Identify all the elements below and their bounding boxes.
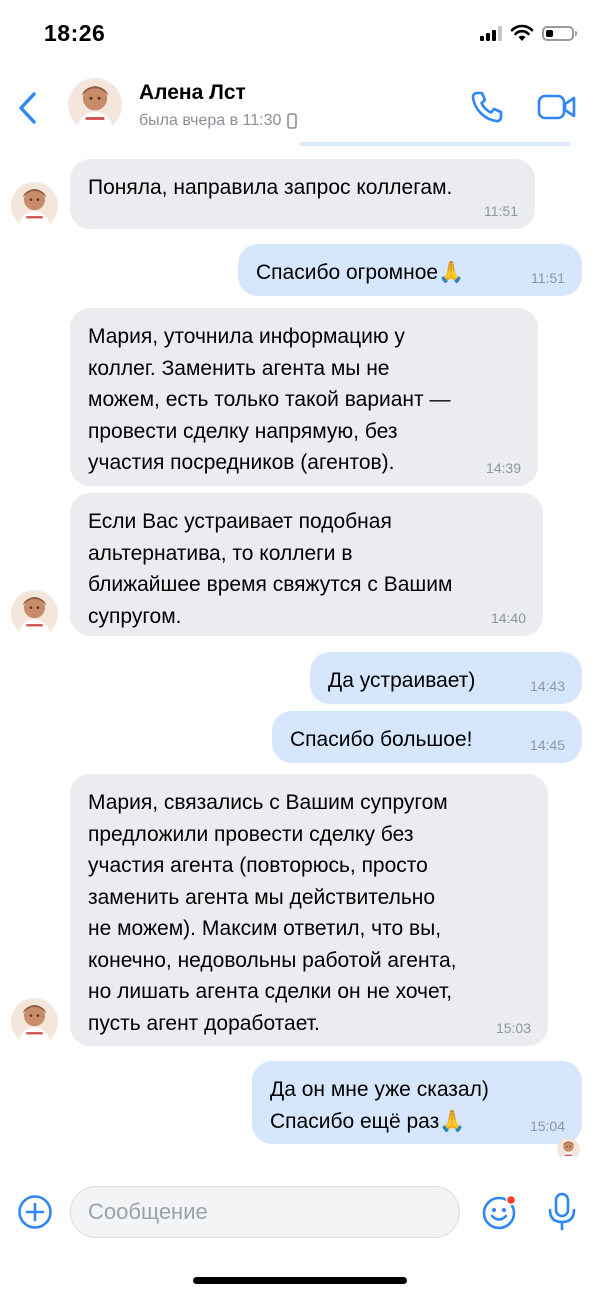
message-time: 15:04 — [529, 1118, 565, 1134]
message-input[interactable] — [70, 1186, 460, 1238]
contact-name[interactable]: Алена Лст — [139, 81, 246, 105]
sender-avatar[interactable] — [11, 998, 58, 1045]
chat-header: Алена Лст была вчера в 11:30 — [0, 70, 600, 145]
home-indicator — [193, 1277, 407, 1284]
attach-plus-icon[interactable] — [17, 1194, 53, 1230]
message-bubble-incoming[interactable]: Мария, уточнила информацию у коллег. Зам… — [70, 308, 538, 486]
message-time: 14:43 — [529, 678, 565, 694]
last-seen-status: была вчера в 11:30 — [139, 112, 298, 130]
phone-call-icon[interactable] — [470, 90, 504, 124]
message-bubble-outgoing[interactable]: Да он мне уже сказал) Спасибо ещё раз🙏 1… — [252, 1061, 582, 1144]
battery-icon — [542, 25, 577, 41]
message-text: Спасибо огромное🙏 — [256, 261, 465, 284]
video-call-icon[interactable] — [537, 93, 577, 121]
microphone-icon[interactable] — [546, 1192, 578, 1232]
message-bubble-outgoing[interactable]: Да устраивает) 14:43 — [310, 652, 582, 704]
message-time: 14:40 — [490, 610, 526, 626]
emoji-icon[interactable] — [481, 1193, 519, 1231]
sender-avatar[interactable] — [11, 182, 58, 229]
message-text: Мария, уточнила информацию у коллег. Зам… — [88, 325, 451, 474]
message-time: 14:39 — [485, 460, 521, 476]
mobile-device-icon — [287, 113, 298, 129]
message-bubble-incoming[interactable]: Если Вас устраивает подобная альтернатив… — [70, 493, 543, 636]
message-text: Спасибо большое! — [290, 728, 473, 751]
read-receipt-avatar — [557, 1138, 580, 1161]
status-time: 18:26 — [44, 20, 106, 46]
message-text: Да устраивает) — [328, 669, 476, 692]
message-bubble-outgoing[interactable]: Спасибо большое! 14:45 — [272, 711, 582, 763]
message-composer — [0, 1180, 600, 1250]
message-text: Да он мне уже сказал) Спасибо ещё раз🙏 — [270, 1078, 489, 1133]
contact-avatar[interactable] — [68, 78, 122, 132]
cellular-signal-icon — [480, 25, 502, 41]
message-bubble-outgoing[interactable]: Спасибо огромное🙏 11:51 — [238, 244, 582, 296]
status-bar: 18:26 — [0, 0, 600, 70]
message-bubble-incoming[interactable]: Мария, связались с Вашим супругом предло… — [70, 774, 548, 1046]
message-time: 14:45 — [529, 737, 565, 753]
message-time: 11:51 — [531, 270, 565, 286]
back-chevron-icon[interactable] — [14, 90, 42, 126]
status-icons — [480, 24, 577, 42]
message-text: Мария, связались с Вашим супругом предло… — [88, 791, 457, 1035]
message-text: Если Вас устраивает подобная альтернатив… — [88, 510, 453, 628]
message-text: Поняла, направила запрос коллегам. — [88, 176, 453, 199]
message-bubble-incoming[interactable]: Поняла, направила запрос коллегам. 11:51 — [70, 159, 535, 229]
previous-message-edge — [300, 142, 570, 146]
wifi-icon — [510, 24, 534, 41]
sender-avatar[interactable] — [11, 590, 58, 637]
message-time: 15:03 — [495, 1020, 531, 1036]
last-seen-text: была вчера в 11:30 — [139, 112, 282, 129]
message-time: 11:51 — [484, 203, 518, 219]
